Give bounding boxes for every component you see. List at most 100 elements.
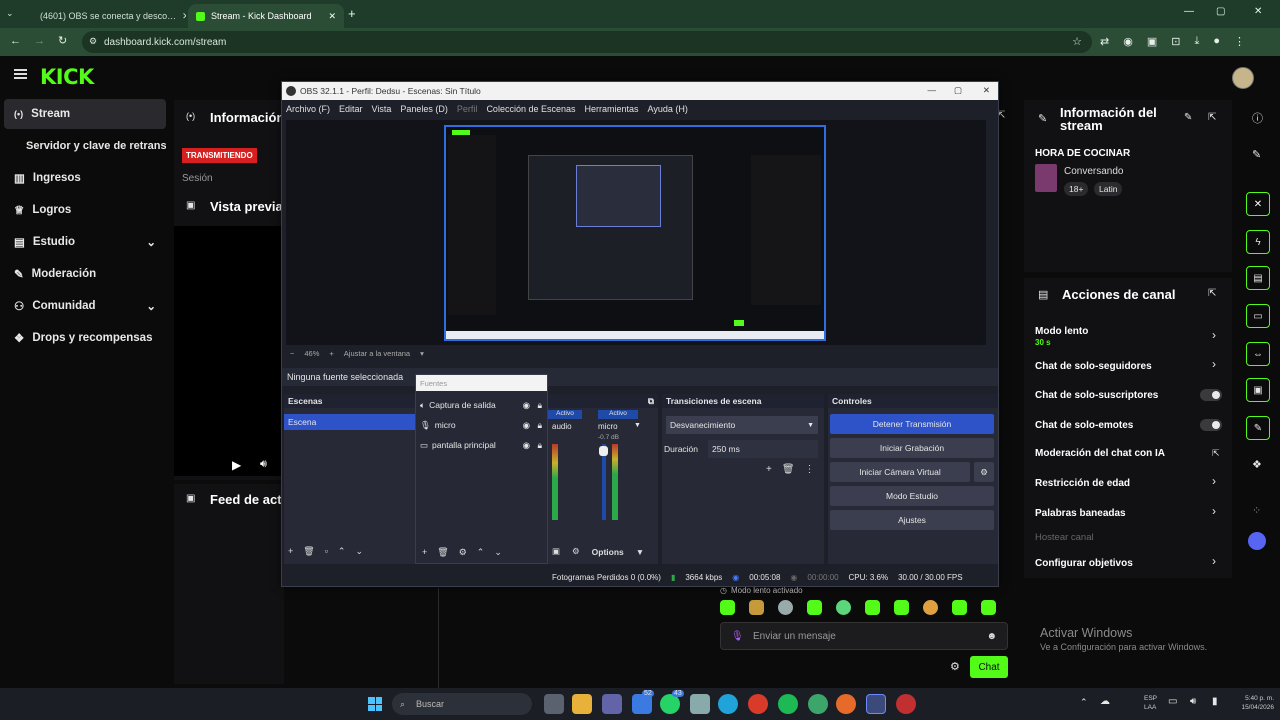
menu-vista[interactable]: Vista [372, 104, 392, 114]
slow-mode-label[interactable]: Modo lento [1035, 326, 1088, 337]
extensions-icon[interactable]: ▣ [1147, 35, 1157, 48]
virtual-camera-button[interactable]: Iniciar Cámara Virtual [830, 462, 970, 482]
chevron-right-icon[interactable]: › [1212, 328, 1216, 342]
search-box[interactable]: ⌕ Buscar [392, 693, 532, 715]
hamburger-menu-icon[interactable] [14, 69, 27, 79]
network-icon[interactable]: ▭ [1168, 696, 1177, 707]
scene-item[interactable]: Escena [284, 414, 416, 430]
obs-taskbar-icon[interactable] [866, 694, 886, 714]
zoom-in-icon[interactable]: + [329, 349, 333, 358]
sidebar-item-ingresos[interactable]: ▥ Ingresos [4, 163, 166, 193]
source-item[interactable]: ▭ pantalla principal ◉ 🔒︎ [420, 437, 544, 453]
move-up-icon[interactable]: ⌃ [338, 546, 346, 557]
sidebar-item-logros[interactable]: ♕ Logros [4, 195, 166, 225]
subscribers-only-toggle[interactable] [1200, 389, 1222, 401]
tab-kick-dashboard[interactable]: Stream - Kick Dashboard ✕ [188, 4, 344, 28]
move-down-icon[interactable]: ⌄ [355, 546, 363, 557]
filter-icon[interactable]: ▫ [325, 546, 328, 557]
sidebar-item-estudio[interactable]: ▤ Estudio ⌄ [4, 227, 166, 257]
url-field[interactable]: ⚙ dashboard.kick.com/stream ☆ [82, 31, 1092, 53]
firefox-icon[interactable] [836, 694, 856, 714]
menu-coleccion[interactable]: Colección de Escenas [486, 104, 575, 114]
volume-icon[interactable]: 🔊︎ [260, 458, 267, 471]
new-tab-button[interactable]: + [348, 6, 356, 21]
edit-icon[interactable]: ✎ [1252, 148, 1261, 161]
minimize-window-icon[interactable]: — [1184, 6, 1194, 17]
trash-icon[interactable]: 🗑︎ [303, 546, 314, 557]
sidebar-item-moderacion[interactable]: ✎ Moderación [4, 259, 166, 289]
close-icon[interactable]: ✕ [328, 11, 336, 22]
edit-icon[interactable]: ✎ [1184, 112, 1192, 123]
lightning-icon[interactable]: ϟ [1246, 230, 1270, 254]
spotify-icon[interactable] [778, 694, 798, 714]
emote-icon[interactable] [836, 600, 851, 615]
app-icon[interactable] [632, 694, 652, 714]
close-icon[interactable]: ✕ [983, 85, 990, 96]
menu-paneles[interactable]: Paneles (D) [400, 104, 448, 114]
sidebar-item-comunidad[interactable]: ⚇ Comunidad ⌄ [4, 291, 166, 321]
edge-icon[interactable] [718, 694, 738, 714]
chevron-right-icon[interactable]: › [1212, 554, 1216, 568]
menu-dots-icon[interactable]: ⋮ [1234, 35, 1245, 48]
source-item[interactable]: 🎙︎ micro ◉ 🔒︎ [420, 417, 544, 433]
add-icon[interactable]: + [422, 547, 427, 558]
volume-icon[interactable]: 🔊︎ [1190, 696, 1196, 707]
maximize-window-icon[interactable]: ▢ [1216, 6, 1225, 17]
chevron-right-icon[interactable]: › [1212, 474, 1216, 488]
emote-icon[interactable] [778, 600, 793, 615]
info-icon[interactable]: ⓘ [1252, 110, 1263, 126]
whatsapp-icon[interactable] [660, 694, 680, 714]
trash-icon[interactable]: 🗑︎ [437, 547, 448, 558]
chevron-right-icon[interactable]: › [1212, 357, 1216, 371]
chevron-down-icon[interactable]: ▼ [636, 547, 644, 557]
host-channel[interactable]: Hostear canal [1035, 532, 1094, 543]
chevron-down-icon[interactable]: ▾ [420, 349, 424, 358]
split-icon[interactable]: ⇔ [1246, 342, 1270, 366]
emotes-only-toggle[interactable] [1200, 419, 1222, 431]
followers-only-chat[interactable]: Chat de solo-seguidores [1035, 361, 1152, 372]
emote-icon[interactable] [952, 600, 967, 615]
virtual-camera-settings-icon[interactable]: ⚙ [974, 462, 994, 482]
eye-icon[interactable]: ◉ [523, 400, 530, 411]
site-info-icon[interactable]: ⚙ [89, 36, 97, 47]
trash-icon[interactable]: 🗑︎ [782, 464, 795, 475]
stop-streaming-button[interactable]: Detener Transmisión [830, 414, 994, 434]
windows-start-icon[interactable] [368, 697, 382, 711]
app-icon[interactable] [690, 694, 710, 714]
back-icon[interactable]: ← [10, 35, 21, 47]
language-indicator[interactable]: ESP LAA [1144, 694, 1157, 712]
configure-goals[interactable]: Configurar objetivos [1035, 558, 1133, 569]
teams-icon[interactable] [602, 694, 622, 714]
discord-icon[interactable] [1248, 532, 1266, 550]
menu-ayuda[interactable]: Ayuda (H) [648, 104, 688, 114]
download-icon[interactable]: ⤓ [1194, 35, 1199, 48]
move-down-icon[interactable]: ⌄ [494, 547, 502, 558]
menu-herramientas[interactable]: Herramientas [585, 104, 639, 114]
fit-window-label[interactable]: Ajustar a la ventana [344, 349, 410, 358]
options-button[interactable]: Options [592, 547, 624, 557]
emote-icon[interactable] [865, 600, 880, 615]
file-explorer-icon[interactable] [572, 694, 592, 714]
clip-icon[interactable]: ✕ [1246, 192, 1270, 216]
transition-select[interactable]: Desvanecimiento ▼ [666, 416, 818, 434]
chat-settings-icon[interactable]: ⚙ [950, 660, 960, 673]
emote-icon[interactable] [720, 600, 735, 615]
reload-icon[interactable]: ↻ [58, 34, 67, 47]
lock-icon[interactable]: 🔒︎ [537, 440, 542, 451]
user-card-icon[interactable]: ▣ [1246, 378, 1270, 402]
emoji-icon[interactable]: ☻ [986, 631, 997, 642]
add-icon[interactable]: + [288, 546, 293, 557]
studio-mode-button[interactable]: Modo Estudio [830, 486, 994, 506]
subscribers-only-chat[interactable]: Chat de solo-suscriptores [1035, 390, 1158, 401]
chat-input[interactable]: 🎙︎ Enviar un mensaje ☻ [720, 622, 1008, 650]
close-window-icon[interactable]: ✕ [1254, 6, 1262, 17]
chat-send-button[interactable]: Chat [970, 656, 1008, 678]
chevron-down-icon[interactable]: ▼ [634, 422, 641, 429]
popout-icon[interactable]: ⇱ [1208, 112, 1216, 123]
extensions-icon[interactable]: ❖ [1252, 458, 1262, 471]
more-dots-icon[interactable]: ⋮ [805, 464, 815, 475]
move-up-icon[interactable]: ⌃ [477, 547, 485, 558]
close-icon[interactable]: ✕ [182, 11, 186, 22]
avatar[interactable] [1232, 67, 1254, 89]
lock-icon[interactable]: 🔒︎ [537, 400, 542, 411]
